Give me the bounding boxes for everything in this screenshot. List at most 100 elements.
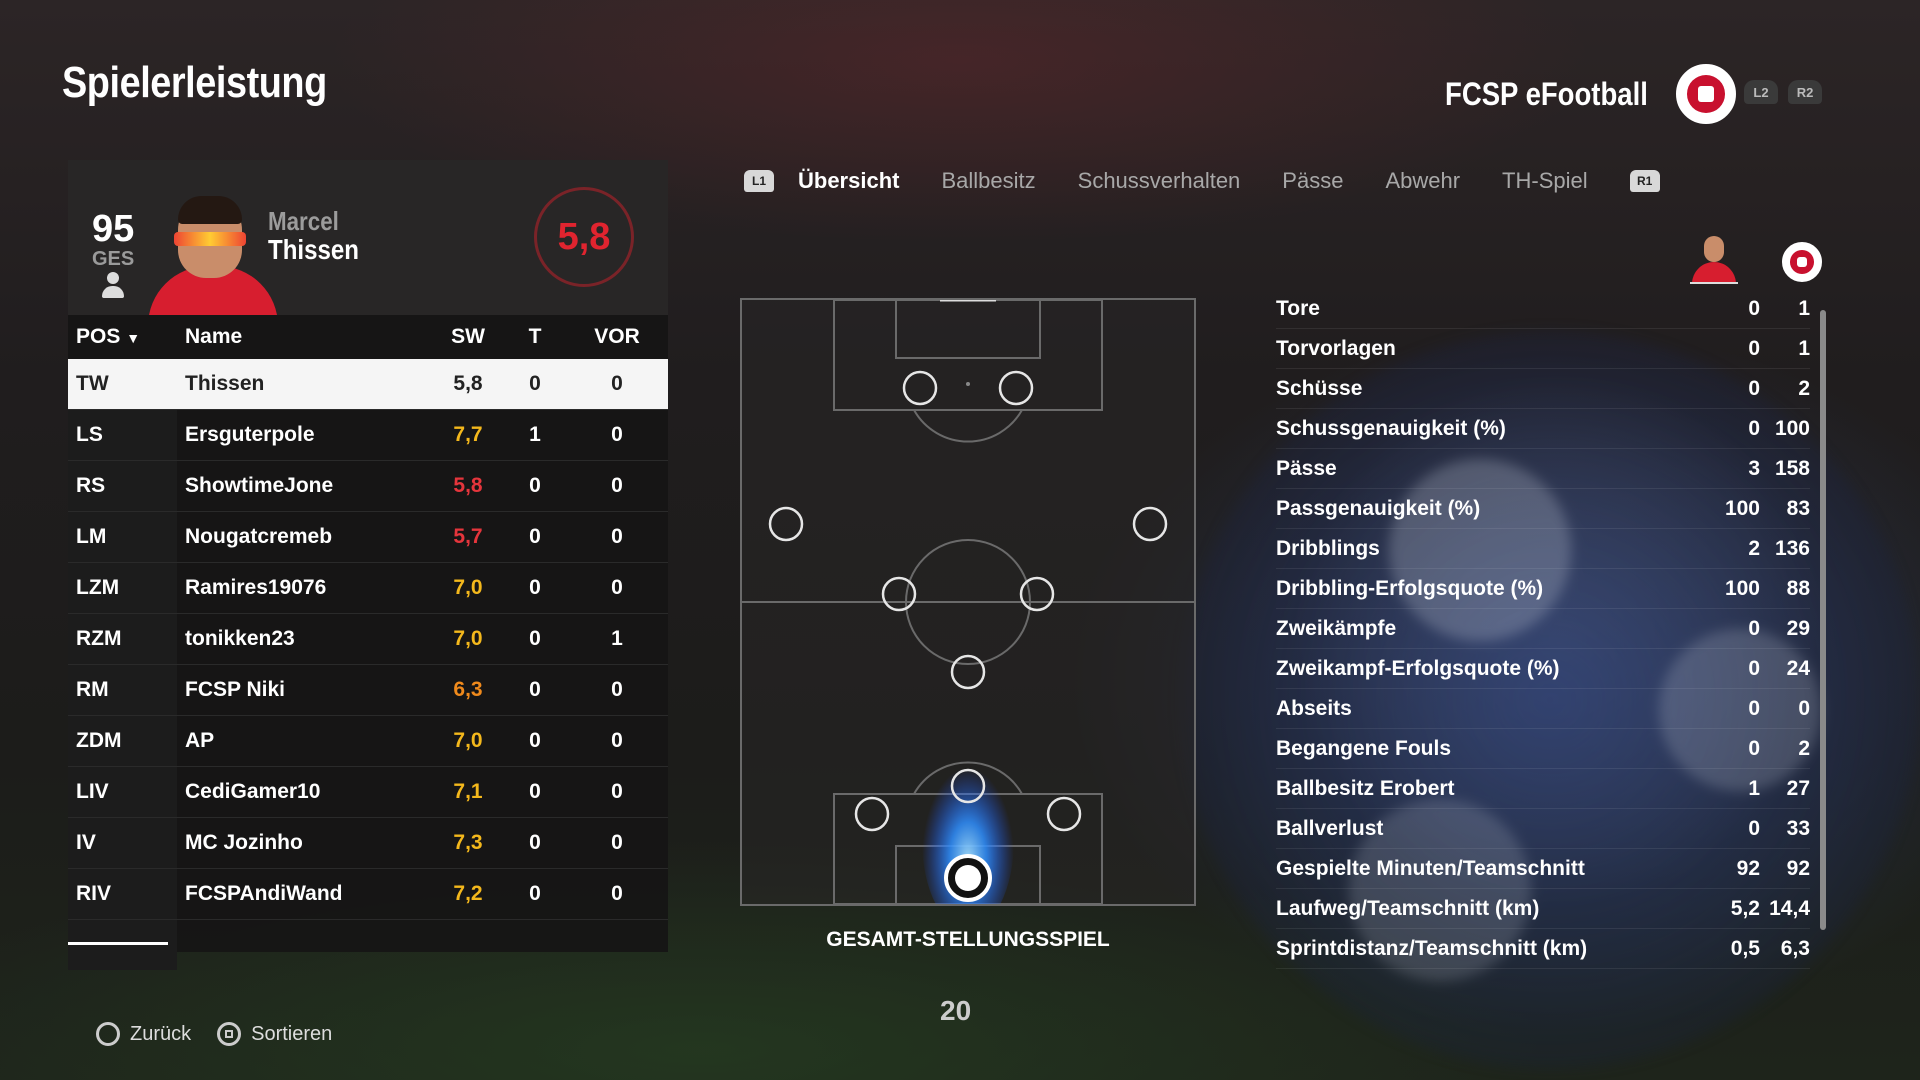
row-player-name: Nougatcremeb bbox=[177, 511, 432, 563]
overall-label: GES bbox=[92, 248, 135, 270]
stat-row: Torvorlagen 0 1 bbox=[1276, 329, 1810, 369]
tab-abwehr[interactable]: Abwehr bbox=[1385, 168, 1460, 194]
back-button[interactable]: Zurück bbox=[96, 1022, 191, 1046]
row-position: RS bbox=[68, 460, 177, 512]
stat-label: Begangene Fouls bbox=[1276, 736, 1452, 760]
row-position: IV bbox=[68, 817, 177, 869]
row-rating: 7,0 bbox=[432, 715, 504, 767]
row-player-name: tonikken23 bbox=[177, 613, 432, 665]
row-player-name: Thissen bbox=[177, 359, 432, 410]
row-goals: 1 bbox=[504, 409, 566, 461]
position-heatmap-pitch bbox=[740, 298, 1196, 906]
stats-column-headers bbox=[1690, 230, 1822, 286]
stat-player-value: 92 bbox=[1736, 856, 1760, 880]
stat-team-value: 29 bbox=[1786, 616, 1810, 640]
stat-row: Sprintdistanz/Teamschnitt (km) 0,5 6,3 bbox=[1276, 929, 1810, 969]
table-row[interactable]: LZM Ramires19076 7,0 0 0 bbox=[68, 562, 668, 614]
table-row[interactable]: LM Nougatcremeb 5,7 0 0 bbox=[68, 511, 668, 563]
row-rating: 7,3 bbox=[432, 817, 504, 869]
player-first-name: Marcel bbox=[268, 206, 339, 236]
player-column-avatar bbox=[1690, 234, 1738, 284]
stat-label: Ballverlust bbox=[1276, 816, 1384, 840]
row-position: RIV bbox=[68, 868, 177, 920]
table-row[interactable]: IV MC Jozinho 7,3 0 0 bbox=[68, 817, 668, 869]
stat-player-value: 0 bbox=[1748, 616, 1760, 640]
table-row[interactable]: RIV FCSPAndiWand 7,2 0 0 bbox=[68, 868, 668, 920]
row-assists: 0 bbox=[566, 409, 668, 461]
stat-player-value: 0 bbox=[1748, 656, 1760, 680]
tab-schussverhalten[interactable]: Schussverhalten bbox=[1078, 168, 1241, 194]
row-rating: 5,8 bbox=[432, 359, 504, 410]
player-list-panel: 95 GES Marcel Thissen 5,8 POS ▼ Name SW … bbox=[68, 160, 668, 970]
row-player-name: Ersguterpole bbox=[177, 409, 432, 461]
club-crest-icon bbox=[1676, 64, 1736, 124]
stat-team-value: 88 bbox=[1786, 576, 1810, 600]
table-row[interactable]: TW Thissen 5,8 0 0 bbox=[68, 359, 668, 410]
stat-player-value: 2 bbox=[1748, 536, 1760, 560]
row-rating: 7,0 bbox=[432, 613, 504, 665]
column-pos[interactable]: POS ▼ bbox=[68, 315, 177, 359]
r1-button-icon[interactable]: R1 bbox=[1629, 170, 1660, 192]
row-rating: 5,7 bbox=[432, 511, 504, 563]
stat-team-value: 1 bbox=[1798, 336, 1810, 360]
sort-button[interactable]: Sortieren bbox=[217, 1022, 332, 1046]
table-row[interactable]: LS Ersguterpole 7,7 1 0 bbox=[68, 409, 668, 461]
sort-down-icon: ▼ bbox=[126, 330, 141, 346]
stat-team-value: 2 bbox=[1798, 736, 1810, 760]
tab-uebersicht[interactable]: Übersicht bbox=[798, 168, 899, 194]
stats-scrollbar[interactable] bbox=[1820, 310, 1826, 930]
row-assists: 0 bbox=[566, 511, 668, 563]
stat-label: Ballbesitz Erobert bbox=[1276, 776, 1455, 800]
stat-label: Abseits bbox=[1276, 696, 1352, 720]
stat-row: Ballbesitz Erobert 1 27 bbox=[1276, 769, 1810, 809]
stat-player-value: 0 bbox=[1748, 296, 1760, 320]
table-row[interactable]: RZM tonikken23 7,0 0 1 bbox=[68, 613, 668, 665]
stat-label: Passgenauigkeit (%) bbox=[1276, 496, 1481, 520]
stat-team-value: 83 bbox=[1786, 496, 1810, 520]
row-position: LS bbox=[68, 409, 177, 461]
stat-player-value: 5,2 bbox=[1730, 896, 1760, 920]
row-assists: 0 bbox=[566, 359, 668, 410]
r2-button-icon[interactable]: R2 bbox=[1788, 80, 1822, 104]
tab-paesse[interactable]: Pässe bbox=[1282, 168, 1343, 194]
column-name[interactable]: Name bbox=[177, 315, 432, 359]
player-avatar bbox=[140, 196, 282, 315]
row-player-name: Ramires19076 bbox=[177, 562, 432, 614]
tab-th-spiel[interactable]: TH-Spiel bbox=[1502, 168, 1588, 194]
table-header: POS ▼ Name SW T VOR bbox=[68, 315, 668, 359]
l1-button-icon[interactable]: L1 bbox=[744, 170, 774, 192]
stat-row: Schüsse 0 2 bbox=[1276, 369, 1810, 409]
column-vor[interactable]: VOR bbox=[566, 315, 668, 359]
row-assists: 0 bbox=[566, 766, 668, 818]
stat-player-value: 100 bbox=[1724, 576, 1760, 600]
stat-team-value: 6,3 bbox=[1780, 936, 1810, 960]
row-goals: 0 bbox=[504, 766, 566, 818]
table-row[interactable]: RS ShowtimeJone 5,8 0 0 bbox=[68, 460, 668, 512]
row-goals: 0 bbox=[504, 460, 566, 512]
column-sw[interactable]: SW bbox=[432, 315, 504, 359]
stat-team-value: 33 bbox=[1786, 816, 1810, 840]
stat-label: Dribbling-Erfolgsquote (%) bbox=[1276, 576, 1544, 600]
stat-row: Abseits 0 0 bbox=[1276, 689, 1810, 729]
row-assists: 0 bbox=[566, 664, 668, 716]
row-rating: 5,8 bbox=[432, 460, 504, 512]
button-hints: Zurück Sortieren bbox=[96, 1022, 358, 1046]
row-position: RM bbox=[68, 664, 177, 716]
row-rating: 7,2 bbox=[432, 868, 504, 920]
l2-button-icon[interactable]: L2 bbox=[1744, 80, 1778, 104]
row-goals: 0 bbox=[504, 511, 566, 563]
stats-list: Tore 0 1 Torvorlagen 0 1 Schüsse 0 2 Schussgenaui… bbox=[1276, 289, 1810, 969]
row-player-name: AP bbox=[177, 715, 432, 767]
table-row[interactable]: ZDM AP 7,0 0 0 bbox=[68, 715, 668, 767]
table-row[interactable]: RM FCSP Niki 6,3 0 0 bbox=[68, 664, 668, 716]
tab-ballbesitz[interactable]: Ballbesitz bbox=[941, 168, 1035, 194]
stat-team-value: 1 bbox=[1798, 296, 1810, 320]
team-name: FCSP eFootball bbox=[1445, 76, 1648, 112]
person-icon bbox=[100, 272, 126, 300]
table-row[interactable]: LIV CediGamer10 7,1 0 0 bbox=[68, 766, 668, 818]
row-player-name: CediGamer10 bbox=[177, 766, 432, 818]
column-t[interactable]: T bbox=[504, 315, 566, 359]
row-goals: 0 bbox=[504, 562, 566, 614]
row-player-name: FCSPAndiWand bbox=[177, 868, 432, 920]
row-position: LZM bbox=[68, 562, 177, 614]
